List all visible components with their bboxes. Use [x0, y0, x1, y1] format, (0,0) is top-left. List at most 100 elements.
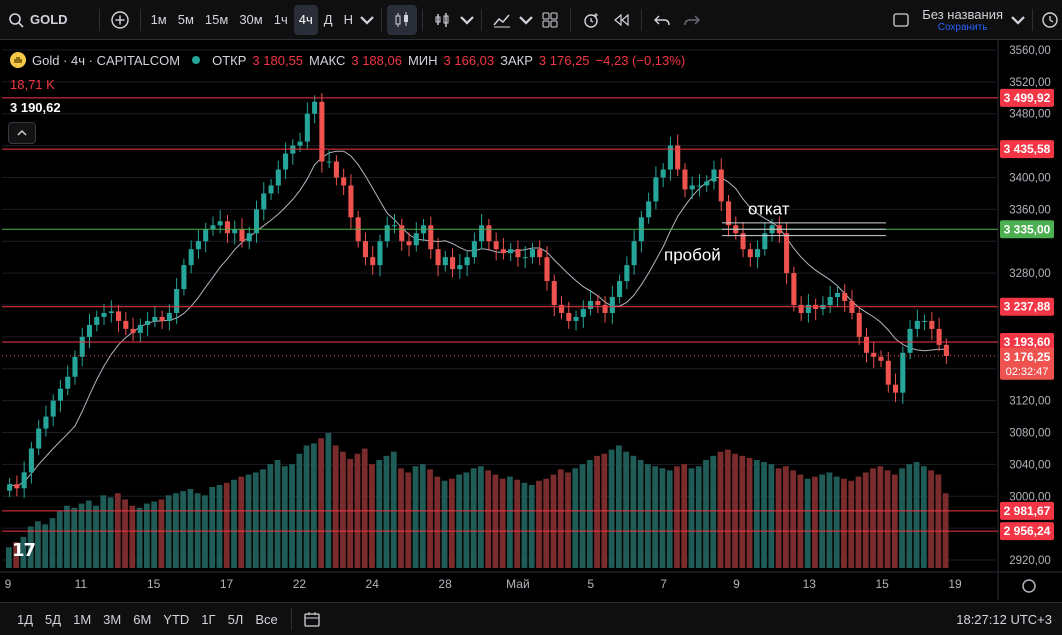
goto-date-button[interactable]: [297, 604, 327, 634]
separator: [421, 8, 423, 31]
candle-body: [108, 311, 114, 313]
volume-bar: [194, 493, 201, 568]
volume-bar: [260, 469, 266, 568]
candle-body: [624, 265, 630, 282]
bar-type-button[interactable]: [428, 5, 458, 35]
legend-title[interactable]: Gold · 4ч · CAPITALCOM: [32, 53, 180, 68]
separator: [139, 8, 141, 31]
volume-bar: [514, 479, 521, 568]
volume-bar: [332, 445, 339, 568]
candle-body: [57, 388, 64, 401]
interval-7[interactable]: Н: [339, 5, 358, 35]
low-label: МИН: [407, 52, 438, 68]
candles-chart-type-button[interactable]: [386, 4, 417, 35]
volume-bar: [463, 472, 470, 568]
volume-bar: [390, 451, 397, 568]
layout-checkbox[interactable]: [886, 5, 916, 35]
market-status-icon[interactable]: [192, 56, 201, 64]
collapse-legend-button[interactable]: [8, 122, 36, 144]
chevron-down-icon[interactable]: [517, 5, 535, 35]
interval-2[interactable]: 15м: [200, 5, 233, 35]
candle-body: [537, 249, 543, 258]
interval-5[interactable]: 4ч: [293, 4, 318, 35]
volume-bar: [586, 460, 593, 568]
candle-body: [137, 324, 143, 333]
y-tick-label: 3120,00: [1009, 396, 1051, 408]
x-tick-label: 19: [948, 577, 962, 591]
interval-6[interactable]: Д: [319, 5, 338, 35]
symbol-search-button[interactable]: GOLD: [0, 5, 73, 35]
change-value: −4,23 (−0,13%): [595, 52, 686, 68]
quick-search-button[interactable]: [1038, 5, 1062, 35]
open-value: 3 180,55: [252, 52, 304, 68]
low-value: 3 166,03: [443, 52, 495, 68]
range-2[interactable]: 1М: [68, 606, 96, 632]
x-tick-label: 5: [587, 577, 594, 591]
candle-body: [878, 356, 884, 361]
layout-name-button[interactable]: Без названия Сохранить: [922, 7, 1003, 33]
range-8[interactable]: Все: [250, 606, 282, 632]
clock[interactable]: 18:27:12 UTC+3: [956, 612, 1052, 627]
candle-body: [791, 273, 797, 305]
gold-logo-icon: [10, 52, 26, 68]
chevron-down-icon[interactable]: [1009, 5, 1027, 35]
x-tick-label: 9: [5, 577, 12, 591]
indicators-icon: [493, 14, 510, 27]
range-6[interactable]: 1Г: [196, 606, 220, 632]
volume-bar: [572, 468, 579, 568]
interval-1[interactable]: 5м: [173, 5, 199, 35]
interval-0[interactable]: 1м: [146, 5, 172, 35]
volume-bar: [753, 460, 760, 568]
checkbox-icon: [893, 12, 909, 27]
indicators-button[interactable]: [487, 5, 517, 35]
annotation-breakout[interactable]: пробой: [664, 246, 721, 265]
candlestick-chart[interactable]: 3 499,92 3 435,58 3 335,00 3 237,88 3 193,60…: [0, 40, 1062, 600]
undo-button[interactable]: [647, 5, 677, 35]
annotation-pullback[interactable]: откат: [748, 199, 790, 218]
volume-bar: [833, 476, 840, 568]
plus-circle-icon: [110, 10, 129, 29]
candle-body: [275, 169, 281, 186]
settings-gear-icon[interactable]: [1022, 579, 1036, 593]
chart-pane[interactable]: 3 499,92 3 435,58 3 335,00 3 237,88 3 193,60…: [0, 40, 1062, 600]
candle-body: [725, 201, 732, 226]
volume-bar: [470, 468, 477, 568]
candle-body: [159, 316, 165, 321]
tradingview-logo-icon[interactable]: 17: [12, 540, 36, 561]
volume-bar: [441, 480, 448, 568]
range-4[interactable]: 6М: [128, 606, 156, 632]
templates-button[interactable]: [535, 5, 565, 35]
volume-bar: [630, 455, 637, 568]
range-0[interactable]: 1Д: [12, 606, 38, 632]
x-tick-label: 9: [733, 577, 740, 591]
compare-add-button[interactable]: [105, 5, 135, 35]
candle-body: [682, 169, 688, 190]
redo-button[interactable]: [677, 5, 707, 35]
candle-body: [515, 249, 521, 258]
replay-button[interactable]: [606, 5, 636, 35]
range-3[interactable]: 3М: [98, 606, 126, 632]
interval-3[interactable]: 30м: [234, 5, 267, 35]
candle-body: [435, 249, 441, 266]
alert-button[interactable]: [576, 5, 606, 35]
volume-bar: [310, 443, 317, 568]
candle-body: [755, 249, 761, 258]
candle-body: [551, 281, 557, 305]
candle-body: [246, 233, 252, 242]
volume-bar: [478, 466, 484, 568]
close-value: 3 176,25: [538, 52, 590, 68]
chevron-down-icon[interactable]: [458, 5, 476, 35]
candle-body: [892, 384, 899, 393]
volume-bar: [688, 468, 695, 568]
interval-4[interactable]: 1ч: [269, 5, 293, 35]
candle-body: [217, 221, 223, 226]
save-link[interactable]: Сохранить: [938, 22, 988, 33]
volume-bar: [935, 474, 942, 568]
volume-bar: [6, 547, 12, 568]
range-1[interactable]: 5Д: [40, 606, 66, 632]
volume-value: 18,71 K: [10, 77, 55, 92]
range-5[interactable]: YTD: [158, 606, 194, 632]
chevron-down-icon[interactable]: [358, 5, 376, 35]
range-7[interactable]: 5Л: [223, 606, 249, 632]
candle-body: [747, 249, 753, 258]
